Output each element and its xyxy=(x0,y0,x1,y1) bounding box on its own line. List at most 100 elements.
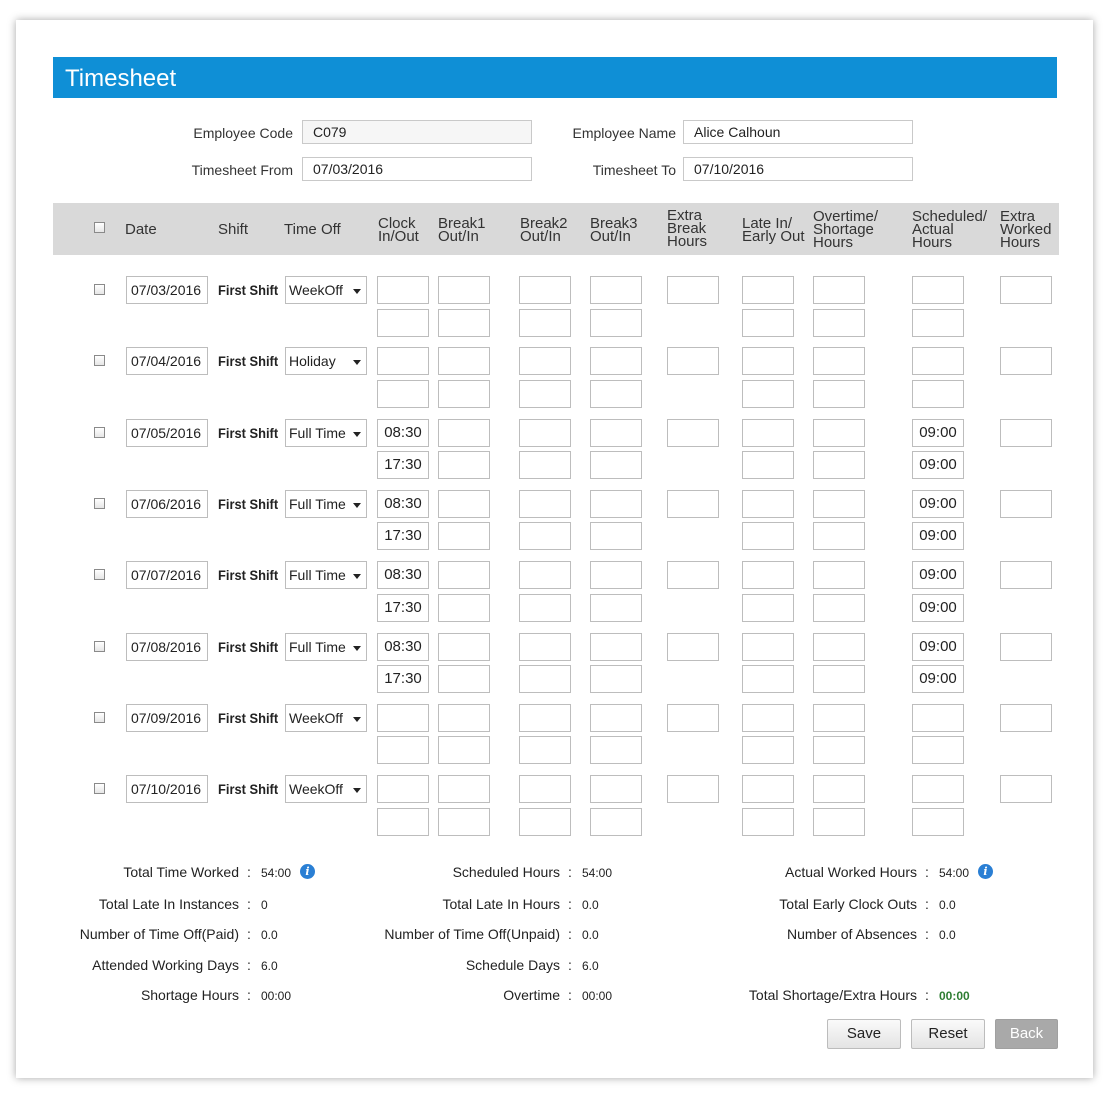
late-out-field[interactable] xyxy=(742,451,794,480)
date-field[interactable]: 07/06/2016 xyxy=(126,489,208,518)
extra-worked-field[interactable] xyxy=(1000,775,1052,804)
date-field[interactable]: 07/05/2016 xyxy=(126,418,208,447)
row-checkbox[interactable] xyxy=(94,497,105,509)
row-checkbox[interactable] xyxy=(94,640,105,652)
b1-out-field[interactable] xyxy=(438,736,490,765)
late-out-field[interactable] xyxy=(742,308,794,337)
row-checkbox[interactable] xyxy=(94,426,105,438)
date-field[interactable]: 07/03/2016 xyxy=(126,276,208,304)
row-checkbox[interactable] xyxy=(94,355,105,367)
clock-in-field[interactable] xyxy=(377,775,429,804)
ot-out-field[interactable] xyxy=(813,807,865,836)
extra-worked-field[interactable] xyxy=(1000,347,1052,376)
b2-out-field[interactable] xyxy=(519,451,571,480)
b1-out-field[interactable] xyxy=(438,308,490,337)
row-checkbox[interactable] xyxy=(94,284,105,295)
timesheet-to-field[interactable]: 07/10/2016 xyxy=(683,157,913,181)
b3-out-field[interactable] xyxy=(590,665,642,693)
clock-in-field[interactable] xyxy=(377,347,429,376)
late-out-field[interactable] xyxy=(742,665,794,693)
select-all-checkbox[interactable] xyxy=(94,222,105,233)
b3-out-field[interactable] xyxy=(590,379,642,408)
extra-break-field[interactable] xyxy=(667,632,719,661)
back-button[interactable]: Back xyxy=(995,1019,1058,1049)
b3-in-field[interactable] xyxy=(590,775,642,804)
b1-in-field[interactable] xyxy=(438,347,490,376)
clock-in-field[interactable]: 08:30 xyxy=(377,561,429,590)
b3-out-field[interactable] xyxy=(590,807,642,836)
clock-out-field[interactable] xyxy=(377,379,429,408)
clock-out-field[interactable]: 17:30 xyxy=(377,522,429,551)
b3-out-field[interactable] xyxy=(590,593,642,622)
extra-worked-field[interactable] xyxy=(1000,703,1052,732)
employee-code-field[interactable]: C079 xyxy=(302,120,532,144)
b3-in-field[interactable] xyxy=(590,703,642,732)
ot-in-field[interactable] xyxy=(813,632,865,661)
b2-in-field[interactable] xyxy=(519,418,571,447)
time-off-select[interactable]: Full Time xyxy=(285,489,367,518)
b1-out-field[interactable] xyxy=(438,593,490,622)
b1-out-field[interactable] xyxy=(438,807,490,836)
time-off-select[interactable]: WeekOff xyxy=(285,276,367,304)
clock-in-field[interactable]: 08:30 xyxy=(377,489,429,518)
b3-in-field[interactable] xyxy=(590,418,642,447)
clock-out-field[interactable] xyxy=(377,308,429,337)
scheduled-hours-field[interactable] xyxy=(912,347,964,376)
b3-out-field[interactable] xyxy=(590,451,642,480)
b1-in-field[interactable] xyxy=(438,276,490,304)
date-field[interactable]: 07/07/2016 xyxy=(126,561,208,590)
time-off-select[interactable]: WeekOff xyxy=(285,775,367,804)
time-off-select[interactable]: Full Time xyxy=(285,632,367,661)
row-checkbox[interactable] xyxy=(94,783,105,795)
ot-out-field[interactable] xyxy=(813,736,865,765)
clock-in-field[interactable]: 08:30 xyxy=(377,632,429,661)
clock-out-field[interactable]: 17:30 xyxy=(377,665,429,693)
extra-worked-field[interactable] xyxy=(1000,561,1052,590)
b2-out-field[interactable] xyxy=(519,308,571,337)
late-out-field[interactable] xyxy=(742,593,794,622)
b3-in-field[interactable] xyxy=(590,561,642,590)
extra-worked-field[interactable] xyxy=(1000,489,1052,518)
row-checkbox[interactable] xyxy=(94,711,105,723)
extra-worked-field[interactable] xyxy=(1000,276,1052,304)
b2-out-field[interactable] xyxy=(519,736,571,765)
ot-in-field[interactable] xyxy=(813,347,865,376)
late-out-field[interactable] xyxy=(742,736,794,765)
scheduled-hours-field[interactable]: 09:00 xyxy=(912,418,964,447)
actual-hours-field[interactable]: 09:00 xyxy=(912,451,964,480)
ot-out-field[interactable] xyxy=(813,593,865,622)
reset-button[interactable]: Reset xyxy=(911,1019,985,1049)
scheduled-hours-field[interactable]: 09:00 xyxy=(912,561,964,590)
clock-in-field[interactable] xyxy=(377,276,429,304)
extra-break-field[interactable] xyxy=(667,703,719,732)
employee-name-field[interactable]: Alice Calhoun xyxy=(683,120,913,144)
late-in-field[interactable] xyxy=(742,418,794,447)
late-out-field[interactable] xyxy=(742,379,794,408)
b1-in-field[interactable] xyxy=(438,561,490,590)
scheduled-hours-field[interactable]: 09:00 xyxy=(912,632,964,661)
extra-break-field[interactable] xyxy=(667,347,719,376)
time-off-select[interactable]: Full Time xyxy=(285,418,367,447)
extra-break-field[interactable] xyxy=(667,489,719,518)
b3-in-field[interactable] xyxy=(590,632,642,661)
ot-out-field[interactable] xyxy=(813,379,865,408)
extra-break-field[interactable] xyxy=(667,561,719,590)
b2-out-field[interactable] xyxy=(519,593,571,622)
b1-in-field[interactable] xyxy=(438,703,490,732)
b3-in-field[interactable] xyxy=(590,276,642,304)
b2-in-field[interactable] xyxy=(519,347,571,376)
row-checkbox[interactable] xyxy=(94,569,105,581)
ot-in-field[interactable] xyxy=(813,276,865,304)
date-field[interactable]: 07/10/2016 xyxy=(126,775,208,804)
ot-in-field[interactable] xyxy=(813,775,865,804)
scheduled-hours-field[interactable] xyxy=(912,276,964,304)
late-out-field[interactable] xyxy=(742,807,794,836)
late-in-field[interactable] xyxy=(742,561,794,590)
clock-out-field[interactable] xyxy=(377,807,429,836)
actual-hours-field[interactable]: 09:00 xyxy=(912,593,964,622)
b2-out-field[interactable] xyxy=(519,665,571,693)
ot-out-field[interactable] xyxy=(813,522,865,551)
info-icon[interactable]: i xyxy=(300,864,315,879)
clock-out-field[interactable]: 17:30 xyxy=(377,451,429,480)
b1-out-field[interactable] xyxy=(438,379,490,408)
